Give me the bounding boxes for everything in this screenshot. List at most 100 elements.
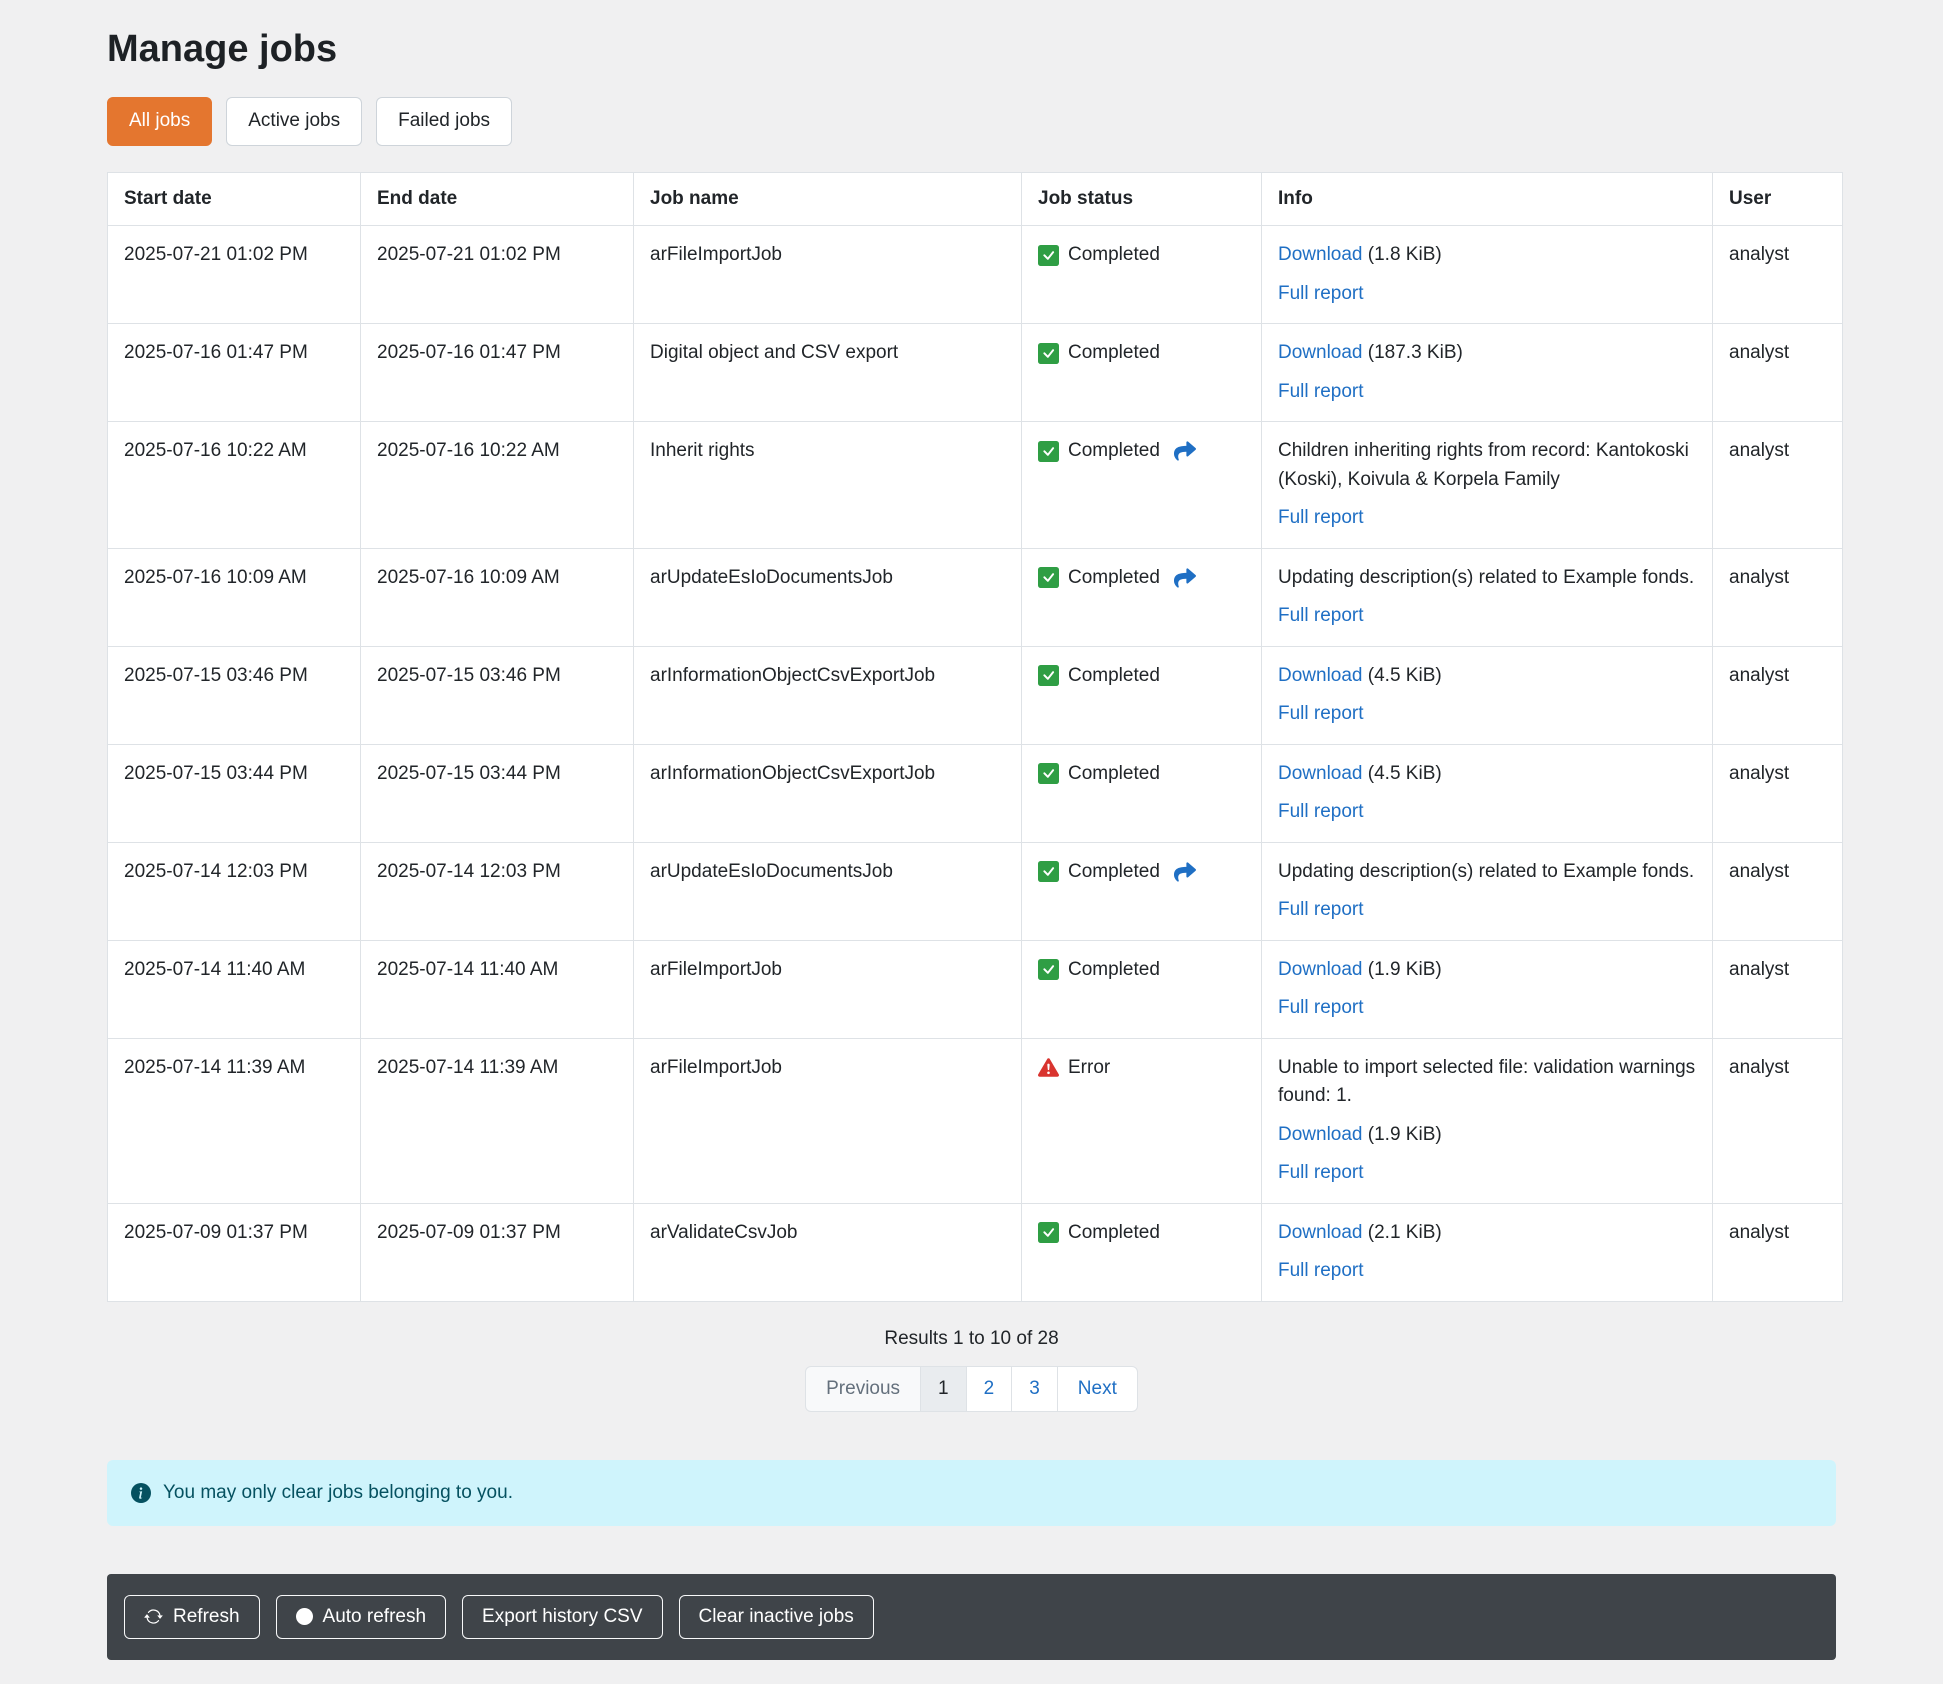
job-status-cell: Error [1022, 1038, 1262, 1203]
table-row: 2025-07-16 10:09 AM2025-07-16 10:09 AMar… [108, 548, 1843, 646]
pagination-page-2[interactable]: 2 [966, 1366, 1013, 1412]
job-status-cell: Completed [1022, 1203, 1262, 1301]
auto-refresh-label: Auto refresh [323, 1606, 427, 1628]
download-size: (1.8 KiB) [1363, 244, 1442, 265]
pagination-page-3[interactable]: 3 [1011, 1366, 1058, 1412]
info-icon [131, 1483, 151, 1503]
download-link[interactable]: Download [1278, 665, 1363, 686]
status-completed-icon [1038, 567, 1059, 588]
table-row: 2025-07-15 03:46 PM2025-07-15 03:46 PMar… [108, 646, 1843, 744]
start-date-cell: 2025-07-14 12:03 PM [108, 842, 361, 940]
full-report-link[interactable]: Full report [1278, 997, 1364, 1018]
status-completed-icon [1038, 441, 1059, 462]
job-name-cell: arFileImportJob [634, 940, 1022, 1038]
job-name-cell: arInformationObjectCsvExportJob [634, 744, 1022, 842]
full-report-link[interactable]: Full report [1278, 605, 1364, 626]
pagination-previous[interactable]: Previous [805, 1366, 921, 1412]
status-label: Completed [1068, 339, 1160, 368]
download-link[interactable]: Download [1278, 1124, 1363, 1145]
start-date-cell: 2025-07-16 01:47 PM [108, 324, 361, 422]
status-label: Completed [1068, 662, 1160, 691]
job-info-text: Unable to import selected file: validati… [1278, 1054, 1696, 1111]
end-date-cell: 2025-07-16 01:47 PM [361, 324, 634, 422]
manage-jobs-page: Manage jobs All jobs Active jobs Failed … [0, 0, 1943, 1684]
pagination: Previous 1 2 3 Next [107, 1366, 1836, 1412]
user-cell: analyst [1713, 646, 1843, 744]
share-icon [1174, 861, 1196, 883]
full-report-link[interactable]: Full report [1278, 1260, 1364, 1281]
job-info-text: Children inheriting rights from record: … [1278, 437, 1696, 494]
end-date-cell: 2025-07-14 12:03 PM [361, 842, 634, 940]
download-link[interactable]: Download [1278, 244, 1363, 265]
job-name-cell: arUpdateEsIoDocumentsJob [634, 548, 1022, 646]
full-report-link[interactable]: Full report [1278, 899, 1364, 920]
job-status-cell: Completed [1022, 422, 1262, 549]
table-row: 2025-07-16 01:47 PM2025-07-16 01:47 PMDi… [108, 324, 1843, 422]
user-cell: analyst [1713, 226, 1843, 324]
user-cell: analyst [1713, 422, 1843, 549]
job-info-cell: Download (1.8 KiB) Full report [1262, 226, 1713, 324]
status-label: Completed [1068, 1219, 1160, 1248]
info-alert: You may only clear jobs belonging to you… [107, 1460, 1836, 1526]
job-name-cell: arValidateCsvJob [634, 1203, 1022, 1301]
export-history-csv-button[interactable]: Export history CSV [462, 1595, 663, 1639]
alert-text: You may only clear jobs belonging to you… [163, 1482, 513, 1504]
status-label: Completed [1068, 760, 1160, 789]
job-info-cell: Updating description(s) related to Examp… [1262, 548, 1713, 646]
status-label: Completed [1068, 564, 1160, 593]
status-completed-icon [1038, 861, 1059, 882]
user-cell: analyst [1713, 1203, 1843, 1301]
start-date-cell: 2025-07-09 01:37 PM [108, 1203, 361, 1301]
end-date-cell: 2025-07-16 10:22 AM [361, 422, 634, 549]
job-info-cell: Children inheriting rights from record: … [1262, 422, 1713, 549]
user-cell: analyst [1713, 842, 1843, 940]
share-icon [1174, 440, 1196, 462]
filter-active-jobs[interactable]: Active jobs [226, 97, 362, 146]
download-link[interactable]: Download [1278, 763, 1363, 784]
full-report-link[interactable]: Full report [1278, 801, 1364, 822]
actions-bar: Refresh Auto refresh Export history CSV … [107, 1574, 1836, 1660]
job-name-cell: arFileImportJob [634, 1038, 1022, 1203]
pagination-next[interactable]: Next [1057, 1366, 1138, 1412]
share-icon [1174, 567, 1196, 589]
status-completed-icon [1038, 1222, 1059, 1243]
download-link[interactable]: Download [1278, 1222, 1363, 1243]
table-row: 2025-07-16 10:22 AM2025-07-16 10:22 AMIn… [108, 422, 1843, 549]
download-link[interactable]: Download [1278, 342, 1363, 363]
download-size: (1.9 KiB) [1363, 1124, 1442, 1145]
record-circle-icon [296, 1608, 313, 1625]
table-row: 2025-07-09 01:37 PM2025-07-09 01:37 PMar… [108, 1203, 1843, 1301]
job-info-cell: Download (2.1 KiB)Full report [1262, 1203, 1713, 1301]
start-date-cell: 2025-07-15 03:46 PM [108, 646, 361, 744]
status-completed-icon [1038, 665, 1059, 686]
pagination-page-1[interactable]: 1 [920, 1366, 967, 1412]
filter-all-jobs[interactable]: All jobs [107, 97, 212, 146]
results-summary: Results 1 to 10 of 28 [107, 1328, 1836, 1350]
job-name-cell: arFileImportJob [634, 226, 1022, 324]
job-name-cell: arUpdateEsIoDocumentsJob [634, 842, 1022, 940]
clear-inactive-jobs-button[interactable]: Clear inactive jobs [679, 1595, 874, 1639]
table-row: 2025-07-15 03:44 PM2025-07-15 03:44 PMar… [108, 744, 1843, 842]
job-info-cell: Download (4.5 KiB) Full report [1262, 646, 1713, 744]
filter-failed-jobs[interactable]: Failed jobs [376, 97, 512, 146]
refresh-button[interactable]: Refresh [124, 1595, 260, 1639]
table-header-row: Start date End date Job name Job status … [108, 172, 1843, 226]
full-report-link[interactable]: Full report [1278, 1162, 1364, 1183]
job-info-cell: Download (1.9 KiB)Full report [1262, 940, 1713, 1038]
jobs-table: Start date End date Job name Job status … [107, 172, 1843, 1302]
end-date-cell: 2025-07-14 11:40 AM [361, 940, 634, 1038]
job-info-text: Updating description(s) related to Examp… [1278, 858, 1696, 887]
download-link[interactable]: Download [1278, 959, 1363, 980]
download-size: (187.3 KiB) [1363, 342, 1463, 363]
job-status-cell: Completed [1022, 646, 1262, 744]
full-report-link[interactable]: Full report [1278, 381, 1364, 402]
job-name-cell: Inherit rights [634, 422, 1022, 549]
full-report-link[interactable]: Full report [1278, 283, 1364, 304]
user-cell: analyst [1713, 1038, 1843, 1203]
auto-refresh-button[interactable]: Auto refresh [276, 1595, 447, 1639]
end-date-cell: 2025-07-16 10:09 AM [361, 548, 634, 646]
full-report-link[interactable]: Full report [1278, 703, 1364, 724]
full-report-link[interactable]: Full report [1278, 507, 1364, 528]
download-size: (4.5 KiB) [1363, 665, 1442, 686]
col-header-start-date: Start date [108, 172, 361, 226]
